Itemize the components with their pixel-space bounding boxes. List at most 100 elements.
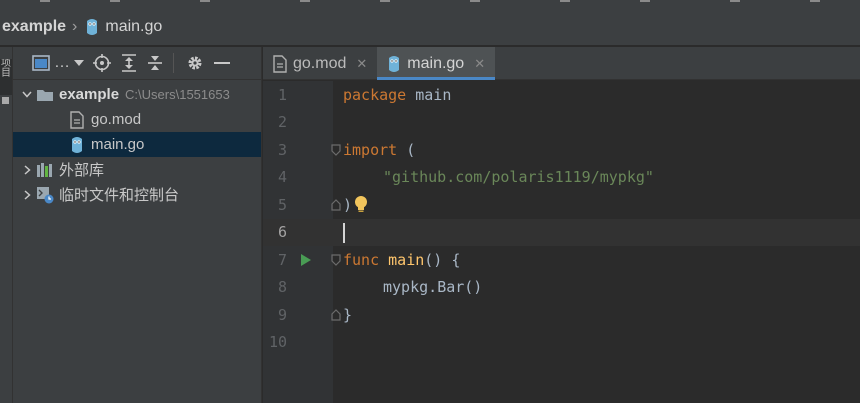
view-selector-label: … — [54, 54, 70, 71]
code-text: ) — [343, 196, 352, 214]
code-line-6[interactable]: 6 — [263, 218, 860, 246]
code-text: } — [343, 306, 352, 324]
package-ref: mypkg — [383, 278, 429, 297]
code-text: import ( — [343, 141, 415, 159]
chevron-down-icon — [74, 60, 84, 66]
code-line-7[interactable]: 7 func main() { — [263, 246, 860, 274]
window-icon — [32, 55, 50, 71]
tab-go-mod[interactable]: go.mod ✕ — [263, 47, 377, 80]
tree-item-external-libraries[interactable]: 外部库 — [13, 157, 261, 182]
menu-bar-remnant — [0, 0, 860, 8]
tab-label: main.go — [407, 54, 465, 72]
breadcrumb-file[interactable]: main.go — [105, 18, 162, 36]
keyword: package — [343, 85, 407, 104]
expand-all-button[interactable] — [121, 51, 137, 75]
line-number: 2 — [277, 113, 287, 132]
line-number: 4 — [277, 168, 287, 187]
collapse-all-icon — [147, 54, 163, 72]
tree-item-label: 临时文件和控制台 — [59, 187, 180, 204]
scratches-icon — [35, 185, 55, 205]
code-punct: } — [343, 305, 353, 324]
code-line-8[interactable]: 8 mypkg.Bar() — [263, 274, 860, 302]
settings-button[interactable] — [186, 51, 204, 75]
code-text: "github.com/polaris1119/mypkg" — [383, 168, 654, 186]
text-caret — [343, 222, 345, 243]
code-text: func main() { — [343, 251, 460, 269]
editor-area: go.mod ✕ main.go ✕ 1 package main 2 3 im… — [263, 47, 860, 403]
gopher-file-icon — [67, 135, 87, 155]
code-line-1[interactable]: 1 package main — [263, 81, 860, 109]
tree-item-scratches[interactable]: 临时文件和控制台 — [13, 182, 261, 207]
tree-item-label: go.mod — [91, 111, 142, 128]
gopher-file-icon — [387, 55, 401, 73]
line-number: 7 — [277, 250, 287, 269]
collapse-all-button[interactable] — [147, 51, 163, 75]
code-punct: () { — [424, 250, 461, 269]
chevron-right-icon[interactable] — [19, 189, 35, 200]
function-name: main — [388, 250, 425, 269]
keyword: func — [343, 250, 380, 269]
fold-end-marker-icon[interactable] — [331, 198, 341, 211]
line-number: 6 — [277, 223, 287, 242]
code-line-10[interactable]: 10 — [263, 329, 860, 357]
line-number: 1 — [277, 85, 287, 104]
code-editor[interactable]: 1 package main 2 3 import ( 4 "github.co… — [263, 81, 860, 403]
hide-panel-button[interactable] — [214, 51, 230, 75]
code-punct: ( — [397, 140, 416, 159]
code-text: package main — [343, 86, 451, 104]
locate-file-button[interactable] — [93, 51, 111, 75]
tree-item-label: main.go — [91, 136, 145, 153]
chevron-down-icon[interactable] — [19, 91, 35, 98]
crosshair-icon — [93, 54, 111, 72]
code-line-3[interactable]: 3 import ( — [263, 136, 860, 164]
package-name: main — [406, 85, 452, 104]
fold-marker-icon[interactable] — [331, 254, 341, 266]
line-number: 8 — [277, 278, 287, 297]
tool-window-strip: 项目 — [0, 47, 13, 403]
code-punct: () — [464, 278, 483, 297]
lightbulb-icon[interactable] — [354, 195, 368, 213]
toolbar-divider — [173, 53, 174, 73]
tree-item-label: 外部库 — [59, 162, 105, 179]
tab-main-go[interactable]: main.go ✕ — [377, 47, 496, 80]
line-number: 5 — [277, 195, 287, 214]
line-number: 9 — [277, 305, 287, 324]
code-punct: ) — [343, 195, 353, 214]
editor-tabs: go.mod ✕ main.go ✕ — [263, 47, 860, 80]
structure-tool-icon[interactable] — [2, 97, 9, 104]
tree-item-main-go[interactable]: main.go — [13, 132, 261, 157]
function-call: Bar — [437, 278, 465, 297]
code-punct: . — [428, 278, 438, 297]
file-icon — [67, 110, 87, 130]
navigation-bar: example › main.go — [0, 8, 860, 46]
breadcrumb-separator-icon: › — [72, 17, 78, 35]
code-line-2[interactable]: 2 — [263, 109, 860, 137]
close-icon[interactable]: ✕ — [356, 56, 367, 72]
run-icon[interactable] — [300, 253, 312, 267]
close-icon[interactable]: ✕ — [474, 56, 485, 72]
expand-all-icon — [121, 54, 137, 72]
code-line-5[interactable]: 5 ) — [263, 191, 860, 219]
code-line-9[interactable]: 9 } — [263, 301, 860, 329]
minimize-icon — [214, 61, 230, 65]
tree-item-go-mod[interactable]: go.mod — [13, 107, 261, 132]
file-icon — [273, 54, 287, 73]
project-path: C:\Users\1551653 — [125, 87, 230, 102]
code-text: mypkg.Bar() — [383, 278, 482, 296]
library-icon — [35, 160, 55, 180]
project-tree: example C:\Users\1551653 go.mod main.go — [13, 80, 261, 207]
fold-marker-icon[interactable] — [331, 144, 341, 156]
tree-item-project-root[interactable]: example C:\Users\1551653 — [13, 82, 261, 107]
tree-item-label: example — [59, 86, 120, 103]
gear-icon — [186, 54, 204, 72]
chevron-right-icon[interactable] — [19, 164, 35, 175]
view-selector-dropdown[interactable]: … — [29, 51, 87, 75]
gopher-file-icon — [85, 18, 99, 36]
project-tool-tab[interactable]: 项目 — [0, 59, 12, 95]
keyword: import — [343, 140, 398, 159]
folder-icon — [35, 85, 55, 105]
project-toolbar: … — [13, 47, 261, 80]
code-line-4[interactable]: 4 "github.com/polaris1119/mypkg" — [263, 164, 860, 192]
fold-end-marker-icon[interactable] — [331, 308, 341, 321]
breadcrumb-project[interactable]: example — [2, 18, 66, 36]
